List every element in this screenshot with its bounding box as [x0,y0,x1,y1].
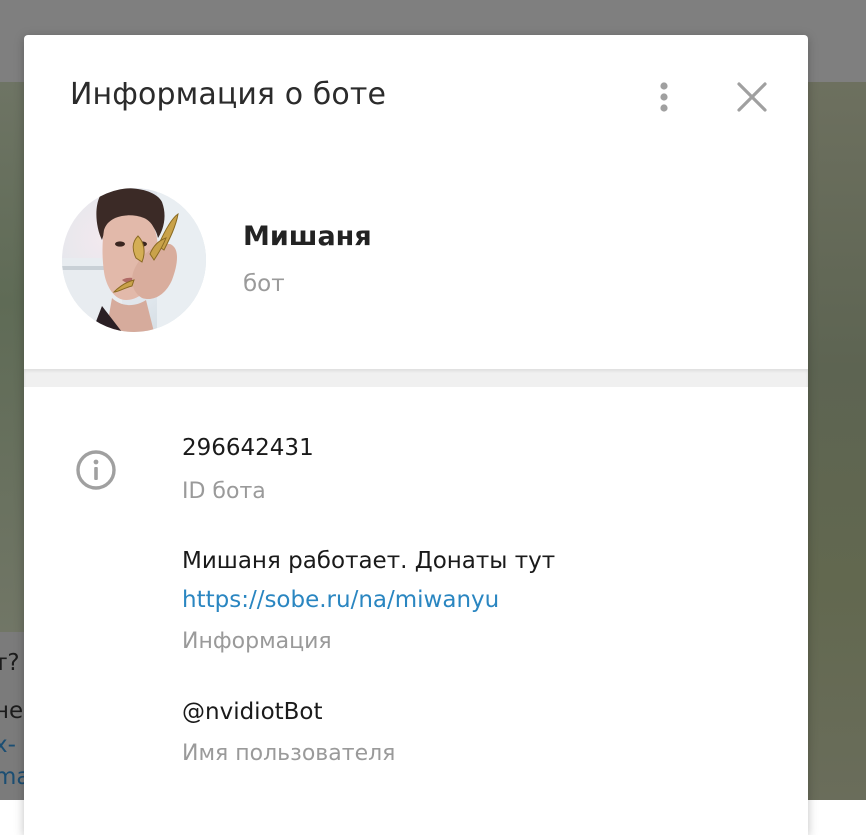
close-button[interactable] [732,77,772,117]
avatar[interactable] [62,188,206,332]
backdrop-photo-right [808,82,866,800]
info-circle-icon [74,448,118,492]
backdrop-photo-left [0,82,24,632]
bot-username-label: Имя пользователя [182,741,396,766]
backdrop-message-line: т? [0,650,20,676]
bot-description-label: Информация [182,629,332,654]
section-divider [24,369,808,387]
bot-id-value: 296642431 [182,435,314,461]
bot-description-link[interactable]: https://sobe.ru/na/miwanyu [182,587,499,613]
dialog-title: Информация о боте [70,77,386,112]
backdrop-message: т? не х- ma [0,632,24,800]
bot-username-value[interactable]: @nvidiotBot [182,699,323,725]
more-vertical-icon [660,82,668,112]
close-icon [737,82,767,112]
more-options-button[interactable] [644,77,684,117]
avatar-photo [62,188,206,332]
bot-description-text: Мишаня работает. Донаты тут [182,548,556,574]
bot-id-label: ID бота [182,479,266,504]
backdrop-message-line: не [0,698,24,724]
bot-status: бот [243,271,285,297]
backdrop-message-link: ma [0,764,24,790]
bot-name: Мишаня [243,221,372,252]
bot-info-dialog: Информация о боте Мишаня бот 296642431 I… [24,35,808,835]
backdrop-message-link: х- [0,732,16,758]
